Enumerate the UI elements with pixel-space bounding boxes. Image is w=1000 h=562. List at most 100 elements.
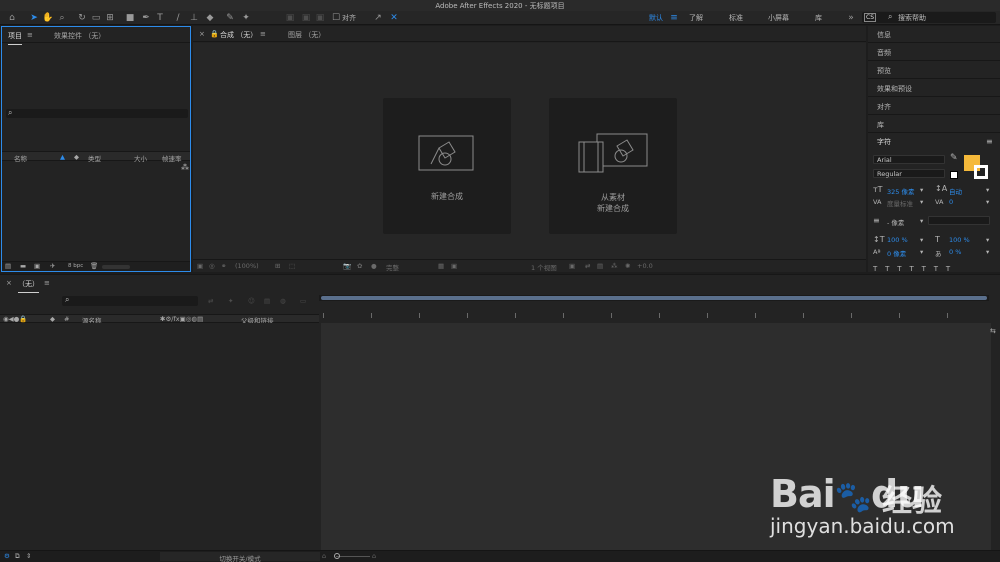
lock-icon[interactable]: 🔒 [210,30,219,38]
tab-layer[interactable]: 图层 （无） [288,30,325,40]
tab-composition[interactable]: 合成 （无） [220,30,258,44]
always-preview-icon[interactable]: ▣ [197,262,203,270]
column-type[interactable]: 类型 [88,153,101,163]
font-family-dropdown[interactable]: Arial [873,155,945,164]
mask-visibility-icon[interactable]: ◎ [209,262,215,270]
panel-align[interactable]: 对齐 [877,102,891,112]
new-composition-from-footage-card[interactable]: 从素材 新建合成 [549,98,677,234]
tab-project[interactable]: 项目 [8,31,22,45]
fast-previews-icon[interactable]: ⇄ [585,262,590,270]
horizontal-scale-value[interactable]: 100 % [949,236,970,244]
zoom-tool-icon[interactable]: ⌕ [56,12,68,24]
transparency-grid-icon[interactable]: ▦ [438,262,444,270]
rotate-tool-icon[interactable]: ↻ [76,12,88,24]
stroke-color-swatch[interactable] [974,165,988,179]
graph-editor-icon[interactable]: ▭ [300,297,306,305]
dropdown-arrow-icon[interactable]: ▾ [920,248,923,256]
workspace-default[interactable]: 默认 [649,13,663,23]
stroke-width-value[interactable]: - 像素 [887,217,904,227]
font-size-value[interactable]: 325 像素 [887,186,914,196]
expand-pane-icon[interactable]: ⧉ [15,552,20,561]
tsume-value[interactable]: 0 % [949,248,961,256]
pan-behind-tool-icon[interactable]: ⊞ [104,12,116,24]
comp-button-icon[interactable]: ⇆ [990,327,996,335]
snap-checkbox[interactable]: ☐ [330,12,342,24]
mask-icon[interactable]: ⚭ [221,262,226,270]
snapshot-icon[interactable]: 📷 [343,262,351,270]
toggle-switches-modes-button[interactable]: 切换开关/模式 [160,552,320,562]
puppet-tool-icon[interactable]: ✦ [240,12,252,24]
font-style-dropdown[interactable]: Regular [873,169,945,178]
label-tag-icon[interactable]: ◆ [74,153,79,161]
flowchart-icon[interactable]: ⁂ [181,163,189,172]
workspace-standard[interactable]: 标准 [729,13,743,23]
av-features-icons[interactable]: ◉◀●🔒 [3,315,27,323]
workspace-learn[interactable]: 了解 [689,13,703,23]
channel-icon[interactable]: ✿ [357,262,362,270]
color-icon[interactable]: ● [371,262,377,270]
snap-feature-icon[interactable]: ✕ [388,12,400,24]
resolution-dropdown[interactable]: 完整 [386,262,399,272]
bit-depth-label[interactable]: 8 bpc [68,263,83,269]
project-tab-menu-icon[interactable]: ≡ [27,31,33,39]
tab-effect-controls[interactable]: 效果控件 （无） [54,31,105,41]
dropdown-arrow-icon[interactable]: ▾ [920,198,923,206]
flowchart-icon[interactable]: ⁂ [611,262,618,270]
panel-audio[interactable]: 音频 [877,48,891,58]
magnification-dropdown[interactable]: (100%) [235,262,259,270]
in-out-icon[interactable]: ⇕ [26,552,31,560]
frame-blending-icon[interactable]: ▤ [264,297,270,305]
home-icon[interactable]: ⌂ [6,12,18,24]
composition-tab-menu-icon[interactable]: ≡ [260,30,266,38]
type-tool-icon[interactable]: T [154,12,166,24]
column-name[interactable]: 名称 [14,153,27,163]
region-of-interest-icon[interactable]: ⬚ [289,262,295,270]
workspace-menu-icon[interactable]: ≡ [668,12,680,24]
panel-info[interactable]: 信息 [877,30,891,40]
zoom-in-icon[interactable]: ⌂ [372,552,376,560]
view-layout-dropdown[interactable]: 1 个视图 [531,262,557,272]
dropdown-arrow-icon[interactable]: ▾ [920,217,923,225]
eyedropper-icon[interactable]: ✎ [950,153,958,163]
text-style-buttons-icon[interactable]: TTTTTTT [873,265,958,273]
interpret-footage-icon[interactable]: ▤ [5,262,11,270]
label-tag-icon[interactable]: ◆ [50,315,55,323]
switches-icons[interactable]: ✱⚙∕fx▣◎◍▤ [160,315,203,323]
reset-exposure-icon[interactable]: ✺ [625,262,630,270]
dropdown-arrow-icon[interactable]: ▾ [986,236,989,244]
dropdown-arrow-icon[interactable]: ▾ [986,198,989,206]
trash-icon[interactable]: 🗑 [90,262,98,270]
tracking-value[interactable]: 0 [949,198,953,206]
camera-tool-icon[interactable]: ▭ [90,12,102,24]
hand-tool-icon[interactable]: ✋ [42,12,54,24]
fast-preview-icon[interactable]: ▣ [451,262,457,270]
close-icon[interactable]: × [6,279,12,287]
workspace-library[interactable]: 库 [815,13,822,23]
sort-up-icon[interactable]: ▲ [60,153,65,161]
dropdown-arrow-icon[interactable]: ▾ [986,248,989,256]
local-axis-icon[interactable]: ▣ [284,12,296,24]
panel-preview[interactable]: 预览 [877,66,891,76]
render-time-icon[interactable]: ⚙ [4,552,10,560]
brush-tool-icon[interactable]: / [172,12,184,24]
white-swatch[interactable] [950,171,958,179]
zoom-out-icon[interactable]: ⌂ [322,552,326,560]
roto-brush-tool-icon[interactable]: ✎ [224,12,236,24]
new-composition-icon[interactable]: ▣ [34,262,40,270]
new-folder-icon[interactable]: ▬ [20,262,26,270]
draft-3d-icon[interactable]: ✦ [228,297,233,305]
new-composition-card[interactable]: 新建合成 [383,98,511,234]
close-icon[interactable]: × [199,30,205,38]
clone-stamp-tool-icon[interactable]: ⊥ [188,12,200,24]
column-size[interactable]: 大小 [134,153,147,163]
pen-tool-icon[interactable]: ✒ [140,12,152,24]
work-area-range[interactable] [321,296,987,300]
project-search-input[interactable]: ⌕ [6,108,188,118]
column-frame-rate[interactable]: 帧速率 [162,153,182,163]
baseline-shift-value[interactable]: 0 像素 [887,248,906,258]
timeline-search-input[interactable]: ⌕ [62,295,198,306]
help-search-input[interactable]: CS ⌕ 搜索帮助 [862,12,996,23]
zoom-slider[interactable] [336,556,370,557]
rectangle-tool-icon[interactable]: ■ [124,12,136,24]
panel-libraries[interactable]: 库 [877,120,884,130]
